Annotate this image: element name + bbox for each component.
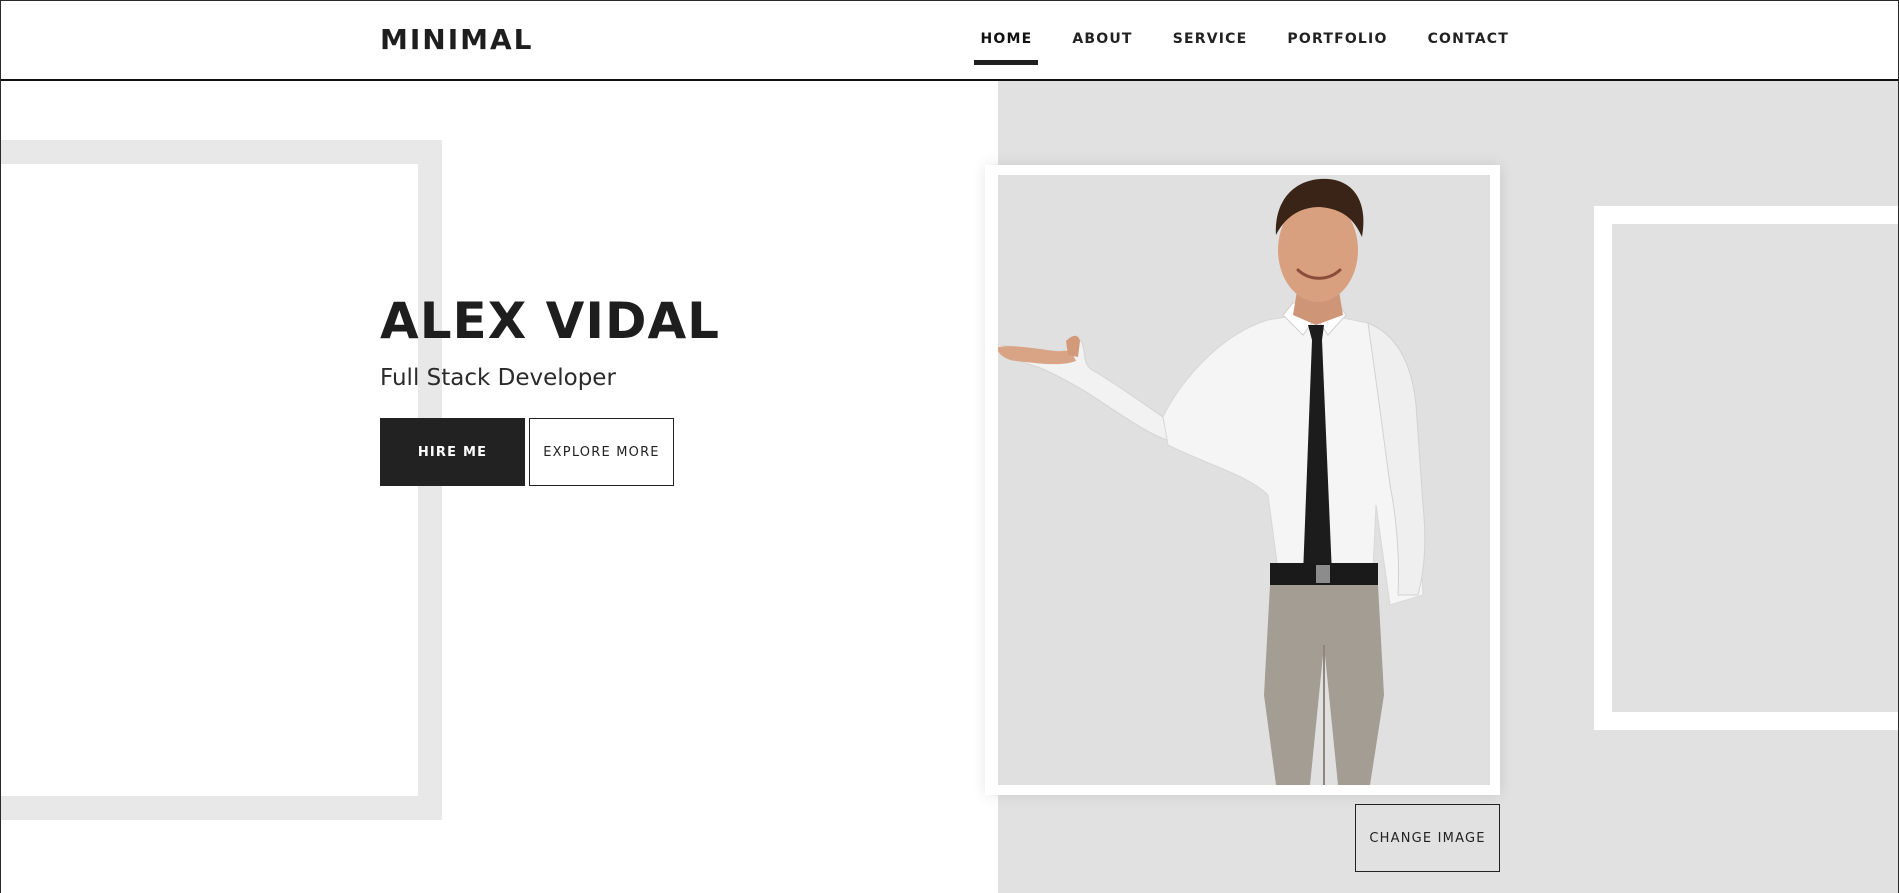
nav-item-about[interactable]: ABOUT [1072,0,1132,48]
hero-name: ALEX VIDAL [380,292,721,350]
change-image-button[interactable]: CHANGE IMAGE [1355,804,1500,872]
site-header: MINIMAL HOME ABOUT SERVICE PORTFOLIO CON… [0,0,1899,81]
nav-item-label: CONTACT [1427,31,1509,47]
change-image-label: CHANGE IMAGE [1369,830,1486,846]
profile-photo-card [985,165,1500,795]
man-portrait-image [998,175,1490,785]
active-nav-indicator [974,60,1039,65]
nav-item-home[interactable]: HOME [974,0,1039,65]
nav-item-contact[interactable]: CONTACT [1428,0,1509,48]
nav-item-label: ABOUT [1072,31,1133,47]
nav-item-label: PORTFOLIO [1287,31,1388,47]
nav-item-label: HOME [980,31,1033,47]
explore-more-button[interactable]: EXPLORE MORE [529,418,674,486]
explore-more-label: EXPLORE MORE [543,444,660,460]
nav-item-service[interactable]: SERVICE [1173,0,1248,48]
left-decorative-frame [0,140,442,820]
right-decorative-frame [1594,206,1899,730]
profile-photo [998,175,1490,785]
nav-item-portfolio[interactable]: PORTFOLIO [1287,0,1387,48]
hire-me-label: HIRE ME [417,444,488,460]
hire-me-button[interactable]: HIRE ME [380,418,525,486]
site-logo[interactable]: MINIMAL [380,22,534,58]
main-nav: HOME ABOUT SERVICE PORTFOLIO CONTACT [940,0,1509,79]
nav-item-label: SERVICE [1172,31,1248,47]
hero-role: Full Stack Developer [380,365,616,391]
